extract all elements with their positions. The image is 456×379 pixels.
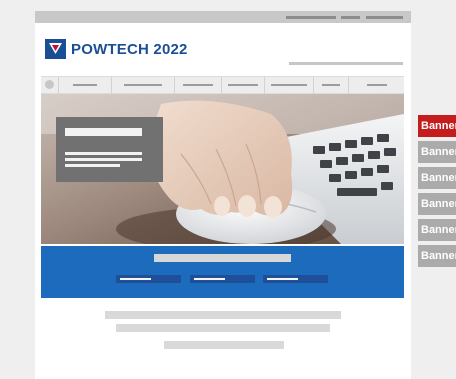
hero-text-overlay	[56, 117, 163, 182]
site-logo[interactable]: POWTECH 2022	[45, 38, 188, 60]
side-banner-3[interactable]: Banner	[418, 167, 456, 189]
promo-band	[41, 246, 404, 298]
footer-text-line-3	[164, 341, 284, 349]
top-link-2[interactable]	[341, 16, 360, 19]
promo-title	[154, 254, 291, 262]
footer-text-line-1	[105, 311, 341, 319]
side-banner-6[interactable]: Banner	[418, 245, 456, 267]
hero-text-line-3	[65, 164, 120, 167]
side-banner-4[interactable]: Banner	[418, 193, 456, 215]
hero-image	[41, 94, 404, 244]
hero-headline	[65, 128, 142, 136]
top-utility-bar	[35, 11, 411, 23]
header-search-line[interactable]	[289, 62, 403, 65]
nav-item-3[interactable]	[175, 77, 222, 93]
side-banner-2[interactable]: Banner	[418, 141, 456, 163]
home-icon	[45, 80, 54, 89]
side-banner-1[interactable]: Banner	[418, 115, 456, 137]
nav-item-6[interactable]	[314, 77, 349, 93]
promo-button-2[interactable]	[190, 275, 255, 283]
footer-text-line-2	[116, 324, 330, 332]
promo-button-3[interactable]	[263, 275, 328, 283]
nav-item-7[interactable]	[349, 77, 404, 93]
nav-item-2[interactable]	[112, 77, 175, 93]
top-link-3[interactable]	[366, 16, 403, 19]
nav-item-1[interactable]	[59, 77, 112, 93]
nav-item-4[interactable]	[222, 77, 265, 93]
logo-text: POWTECH 2022	[71, 40, 188, 58]
side-banner-5[interactable]: Banner	[418, 219, 456, 241]
side-banner-list: Banner Banner Banner Banner Banner Banne…	[418, 115, 456, 271]
nav-home[interactable]	[41, 77, 59, 93]
promo-button-1[interactable]	[116, 275, 181, 283]
powtech-logo-icon	[45, 39, 66, 59]
nav-item-5[interactable]	[265, 77, 314, 93]
page-container: POWTECH 2022	[35, 11, 411, 379]
hero-text-line-2	[65, 158, 142, 161]
hero-text-line-1	[65, 152, 142, 155]
top-link-1[interactable]	[286, 16, 336, 19]
main-navigation	[41, 76, 404, 94]
